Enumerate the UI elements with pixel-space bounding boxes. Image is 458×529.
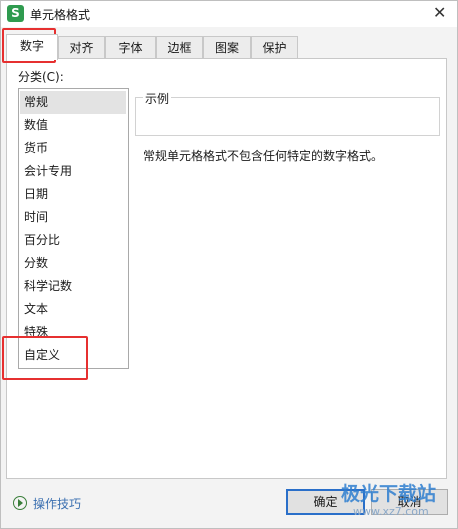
tips-link[interactable]: 操作技巧 [13,495,81,512]
category-listbox[interactable]: 常规 数值 货币 会计专用 日期 时间 百分比 分数 科学记数 文本 特殊 自定… [18,88,129,369]
sample-box [135,97,440,136]
watermark-url: www.xz7.com [353,505,429,518]
category-item-time[interactable]: 时间 [24,206,48,229]
highlight-custom-item [2,336,88,380]
category-item-general[interactable]: 常规 [20,91,126,114]
tab-protection[interactable]: 保护 [251,36,298,59]
category-item-number[interactable]: 数值 [24,114,48,137]
tab-alignment[interactable]: 对齐 [58,36,105,59]
close-icon[interactable]: ✕ [433,3,446,23]
category-item-scientific[interactable]: 科学记数 [24,275,72,298]
tips-label: 操作技巧 [33,497,82,511]
tab-border[interactable]: 边框 [156,36,203,59]
category-item-accounting[interactable]: 会计专用 [24,160,72,183]
tab-number[interactable]: 数字 [6,34,58,60]
category-item-text[interactable]: 文本 [24,298,48,321]
watermark-logo: 极光下载站 [341,483,437,505]
sample-title: 示例 [143,90,172,107]
category-label: 分类(C): [18,70,64,84]
wps-app-icon: S [7,5,24,22]
dialog-window: S 单元格格式 ✕ 数字 对齐 字体 边框 图案 保护 分类(C): 常规 数值… [0,0,458,529]
category-item-percentage[interactable]: 百分比 [24,229,60,252]
tab-pattern[interactable]: 图案 [203,36,251,59]
format-description: 常规单元格格式不包含任何特定的数字格式。 [143,149,384,163]
dialog-title: 单元格格式 [30,8,91,22]
category-item-date[interactable]: 日期 [24,183,48,206]
title-bar: S 单元格格式 ✕ [1,1,457,27]
play-circle-icon [13,496,27,510]
category-item-currency[interactable]: 货币 [24,137,48,160]
category-item-fraction[interactable]: 分数 [24,252,48,275]
tab-font[interactable]: 字体 [105,36,156,59]
